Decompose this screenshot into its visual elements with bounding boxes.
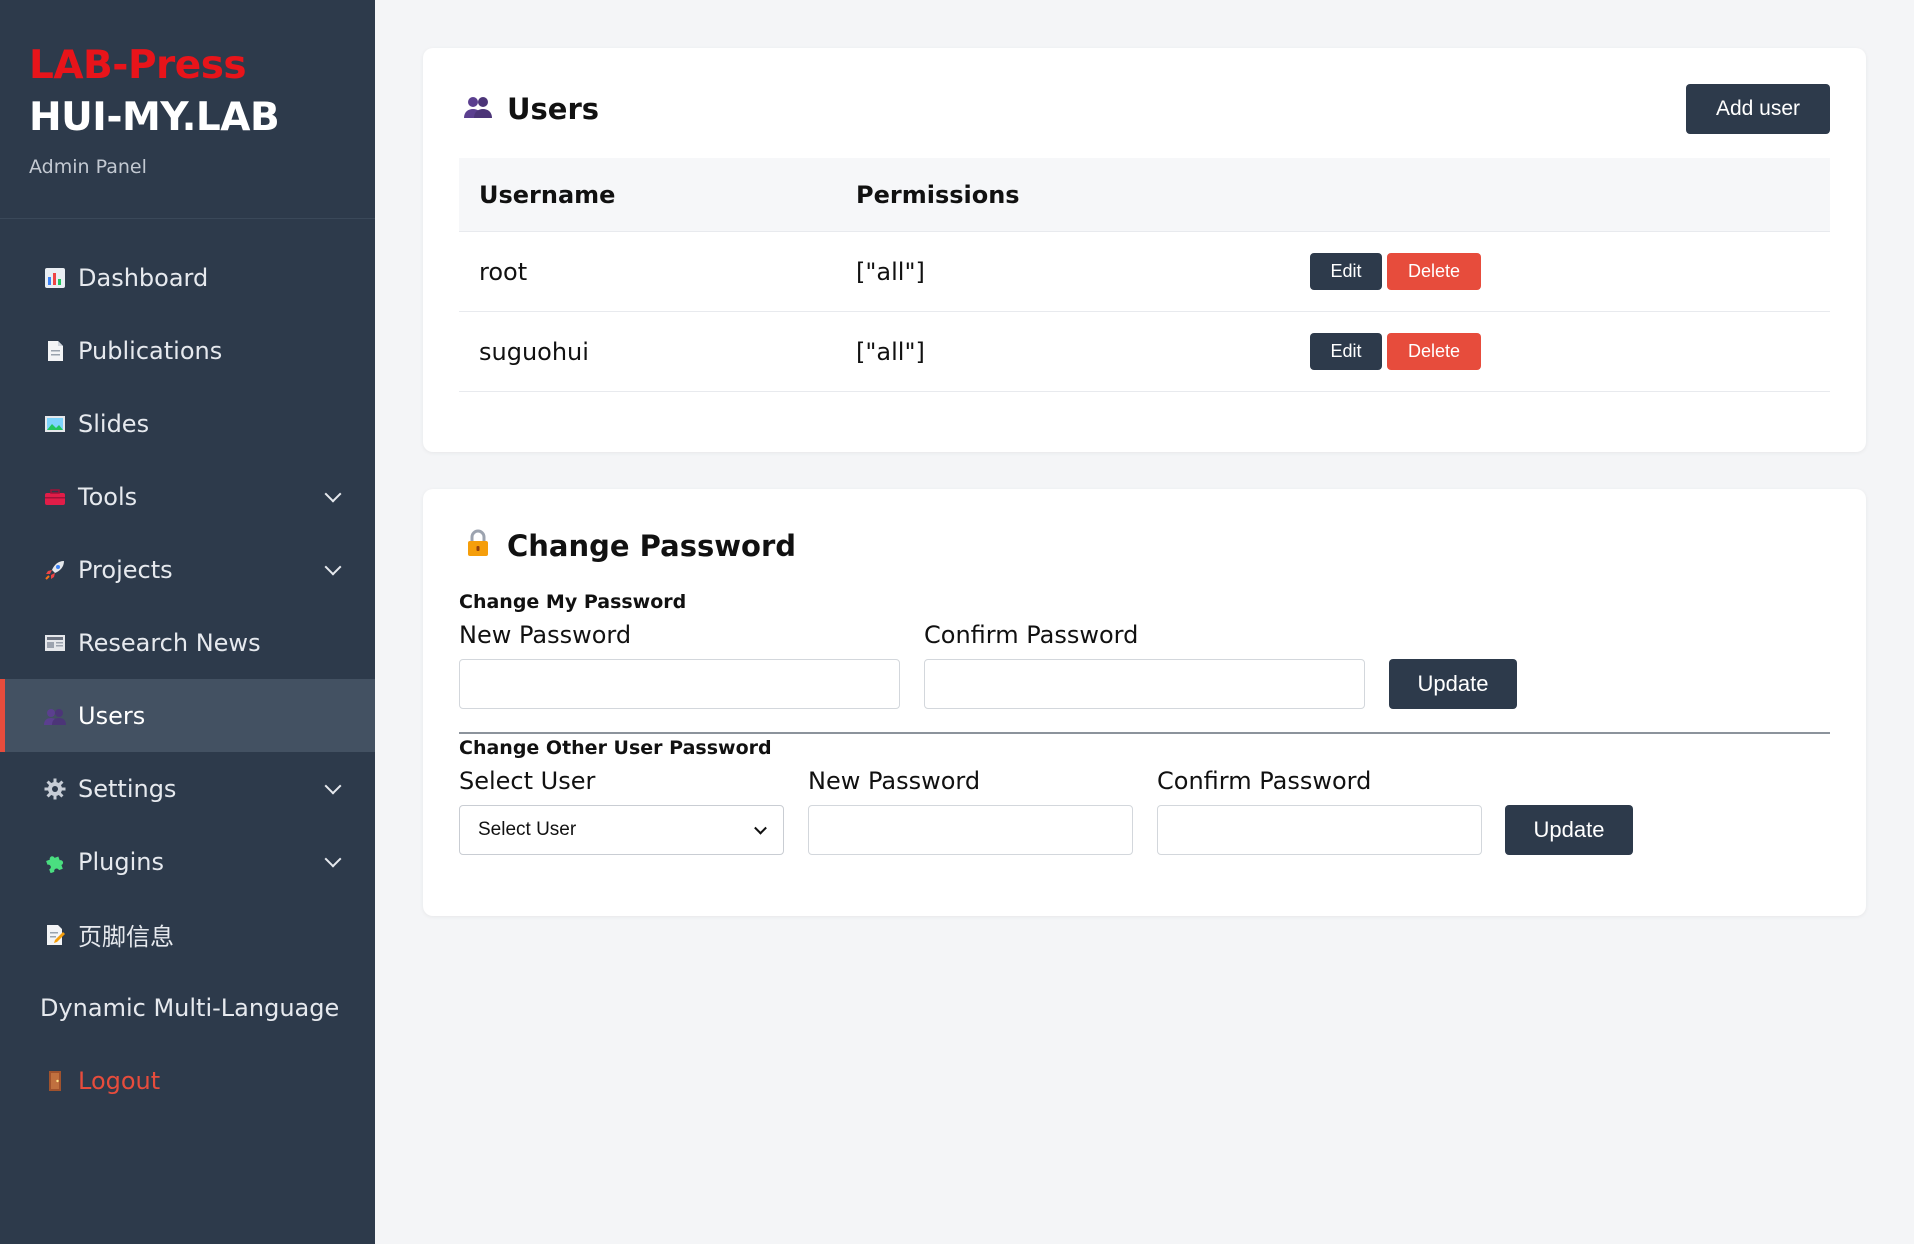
- chevron-down-icon: [324, 485, 342, 502]
- row-actions: Edit Delete: [1310, 333, 1481, 370]
- sidebar-item-slides[interactable]: Slides: [0, 387, 375, 460]
- bar-chart-icon: [42, 265, 68, 291]
- sidebar: LAB-Press HUI-MY.LAB Admin Panel Dashboa…: [0, 0, 375, 1244]
- door-icon: [42, 1068, 68, 1094]
- brand-name: HUI-MY.LAB: [29, 95, 280, 140]
- sidebar-item-label: Dynamic Multi-Language: [40, 993, 340, 1022]
- edit-button[interactable]: Edit: [1310, 253, 1382, 290]
- select-user-dropdown[interactable]: Select User: [459, 805, 784, 855]
- sidebar-item-label: Slides: [78, 409, 150, 438]
- brand: LAB-Press HUI-MY.LAB Admin Panel: [0, 0, 375, 219]
- select-user-value: Select User: [478, 819, 577, 840]
- sidebar-item-label: Publications: [78, 336, 223, 365]
- username-cell: root: [479, 257, 528, 286]
- sidebar-item-label: Users: [78, 701, 146, 730]
- update-other-password-button[interactable]: Update: [1505, 805, 1633, 855]
- users-title: Users: [507, 92, 600, 126]
- column-header-username: Username: [479, 180, 616, 209]
- chevron-down-icon: [754, 821, 767, 835]
- add-user-button[interactable]: Add user: [1686, 84, 1830, 134]
- sidebar-item-footer-info[interactable]: 页脚信息: [0, 898, 375, 971]
- table-row: suguohui ["all"] Edit Delete: [459, 312, 1830, 392]
- sidebar-item-label: Plugins: [78, 847, 164, 876]
- update-my-password-button[interactable]: Update: [1389, 659, 1517, 709]
- table-header: Username Permissions: [459, 158, 1830, 232]
- other-confirm-password-field[interactable]: [1157, 805, 1482, 855]
- picture-icon: [42, 411, 68, 437]
- sidebar-item-tools[interactable]: Tools: [0, 460, 375, 533]
- users-heading: Users: [463, 92, 599, 126]
- change-other-password-label: Change Other User Password: [459, 737, 772, 759]
- sidebar-item-label: Tools: [78, 482, 138, 511]
- newspaper-icon: [42, 630, 68, 656]
- brand-subtitle: Admin Panel: [29, 156, 147, 178]
- sidebar-item-multi-language[interactable]: Dynamic Multi-Language: [0, 971, 375, 1044]
- column-header-permissions: Permissions: [856, 180, 1020, 209]
- delete-button[interactable]: Delete: [1387, 333, 1481, 370]
- delete-button[interactable]: Delete: [1387, 253, 1481, 290]
- table-row: root ["all"] Edit Delete: [459, 232, 1830, 312]
- change-my-password-label: Change My Password: [459, 591, 687, 613]
- brand-top-text: LAB-Press: [29, 43, 247, 88]
- sidebar-item-label: Logout: [78, 1066, 161, 1095]
- users-card: Users Add user Username Permissions root…: [423, 48, 1866, 452]
- other-new-password-field[interactable]: [808, 805, 1133, 855]
- lock-icon: [463, 529, 493, 563]
- section-divider: [459, 732, 1830, 734]
- permissions-cell: ["all"]: [856, 337, 925, 366]
- new-password-field[interactable]: [459, 659, 900, 709]
- edit-button[interactable]: Edit: [1310, 333, 1382, 370]
- sidebar-item-label: Dashboard: [78, 263, 209, 292]
- sidebar-item-projects[interactable]: Projects: [0, 533, 375, 606]
- sidebar-item-plugins[interactable]: Plugins: [0, 825, 375, 898]
- document-icon: [42, 338, 68, 364]
- other-confirm-password-label: Confirm Password: [1157, 767, 1372, 795]
- sidebar-nav: Dashboard Publications Slides Tools Proj…: [0, 241, 375, 1117]
- sidebar-item-research-news[interactable]: Research News: [0, 606, 375, 679]
- toolbox-icon: [42, 484, 68, 510]
- sidebar-item-label: Settings: [78, 774, 177, 803]
- sidebar-item-label: 页脚信息: [78, 923, 174, 951]
- users-icon: [463, 94, 493, 124]
- chevron-down-icon: [324, 850, 342, 867]
- username-cell: suguohui: [479, 337, 589, 366]
- other-new-password-label: New Password: [808, 767, 981, 795]
- chevron-down-icon: [324, 777, 342, 794]
- change-password-card: Change Password Change My Password New P…: [423, 489, 1866, 916]
- sidebar-item-label: Projects: [78, 555, 173, 584]
- change-password-heading: Change Password: [463, 529, 796, 563]
- sidebar-item-label: Research News: [78, 628, 261, 657]
- users-icon: [42, 703, 68, 729]
- users-table: Username Permissions root ["all"] Edit D…: [459, 158, 1830, 392]
- sidebar-item-logout[interactable]: Logout: [0, 1044, 375, 1117]
- row-actions: Edit Delete: [1310, 253, 1481, 290]
- chevron-down-icon: [324, 558, 342, 575]
- change-password-title: Change Password: [507, 529, 797, 563]
- select-user-label: Select User: [459, 767, 596, 795]
- memo-icon: [42, 922, 68, 948]
- sidebar-item-publications[interactable]: Publications: [0, 314, 375, 387]
- confirm-password-field[interactable]: [924, 659, 1365, 709]
- gear-icon: [42, 776, 68, 802]
- sidebar-item-dashboard[interactable]: Dashboard: [0, 241, 375, 314]
- confirm-password-label: Confirm Password: [924, 621, 1139, 649]
- sidebar-item-users[interactable]: Users: [0, 679, 375, 752]
- puzzle-icon: [42, 849, 68, 875]
- new-password-label: New Password: [459, 621, 632, 649]
- permissions-cell: ["all"]: [856, 257, 925, 286]
- sidebar-item-settings[interactable]: Settings: [0, 752, 375, 825]
- rocket-icon: [42, 557, 68, 583]
